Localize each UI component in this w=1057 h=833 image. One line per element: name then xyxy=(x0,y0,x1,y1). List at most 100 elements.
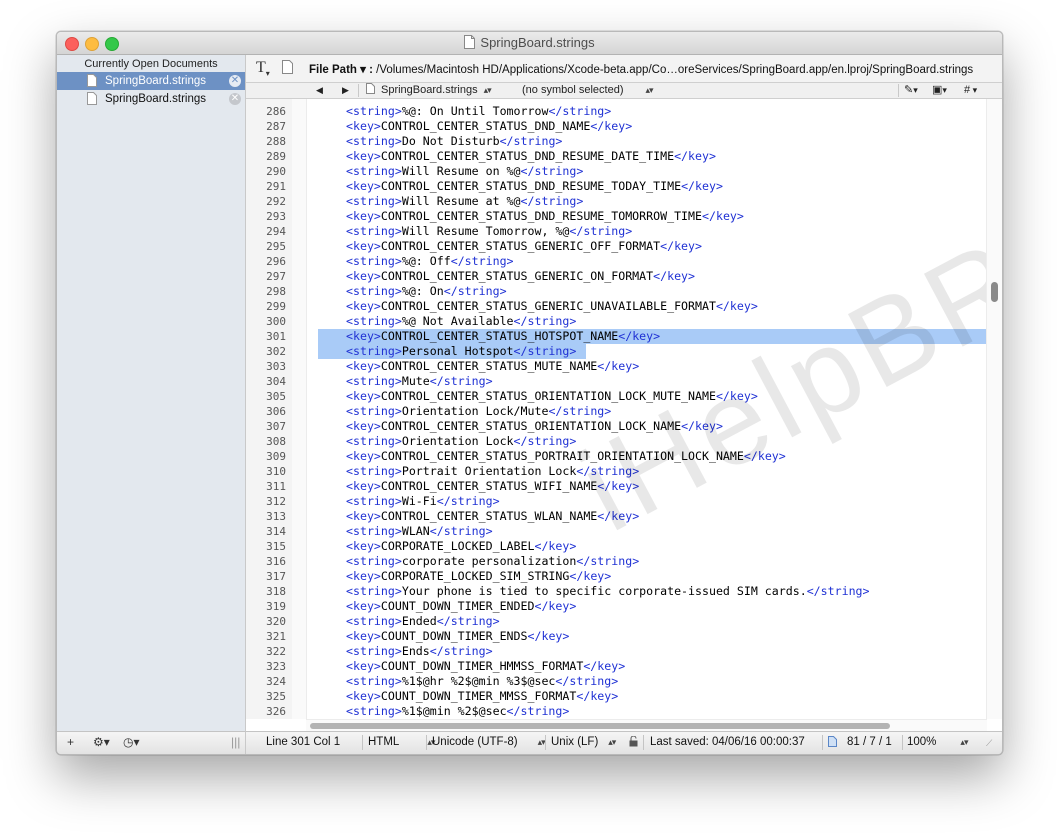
back-button[interactable]: ◀ xyxy=(316,83,323,98)
code-line[interactable]: 292 <string>Will Resume at %@</string> xyxy=(246,194,991,209)
code-text: <key>COUNT_DOWN_TIMER_ENDS</key> xyxy=(346,629,569,644)
code-line[interactable]: 295 <key>CONTROL_CENTER_STATUS_GENERIC_OF… xyxy=(246,239,991,254)
code-line[interactable]: 287 <key>CONTROL_CENTER_STATUS_DND_NAME</… xyxy=(246,119,991,134)
code-line[interactable]: 317 <key>CORPORATE_LOCKED_SIM_STRING</key… xyxy=(246,569,991,584)
code-lines[interactable]: 286 <string>%@: On Until Tomorrow</string… xyxy=(246,104,991,719)
resize-grip-icon[interactable]: ||| xyxy=(231,735,240,749)
code-text: <key>CONTROL_CENTER_STATUS_DND_RESUME_TO… xyxy=(346,179,723,194)
code-line[interactable]: 307 <key>CONTROL_CENTER_STATUS_ORIENTATIO… xyxy=(246,419,991,434)
tag-content: Will Resume on %@ xyxy=(401,164,521,178)
code-line[interactable]: 318 <string>Your phone is tied to specifi… xyxy=(246,584,991,599)
text-tool-icon[interactable]: T▾ xyxy=(256,59,270,78)
close-tag: </key> xyxy=(534,599,577,613)
code-line[interactable]: 299 <key>CONTROL_CENTER_STATUS_GENERIC_UN… xyxy=(246,299,991,314)
code-line[interactable]: 315 <key>CORPORATE_LOCKED_LABEL</key> xyxy=(246,539,991,554)
code-line[interactable]: 325 <key>COUNT_DOWN_TIMER_MMSS_FORMAT</ke… xyxy=(246,689,991,704)
code-line[interactable]: 309 <key>CONTROL_CENTER_STATUS_PORTRAIT_O… xyxy=(246,449,991,464)
open-tag: <key> xyxy=(346,179,381,193)
code-line[interactable]: 290 <string>Will Resume on %@</string> xyxy=(246,164,991,179)
encoding-popup[interactable]: Unicode (UTF-8) ▴▾ xyxy=(432,736,546,748)
open-tag: <string> xyxy=(346,254,402,268)
code-text: <string>%@: On Until Tomorrow</string> xyxy=(346,104,611,119)
open-tag: <key> xyxy=(346,119,381,133)
code-line[interactable]: 323 <key>COUNT_DOWN_TIMER_HMMSS_FORMAT</k… xyxy=(246,659,991,674)
code-line[interactable]: 305 <key>CONTROL_CENTER_STATUS_ORIENTATIO… xyxy=(246,389,991,404)
file-popup[interactable]: SpringBoard.strings ▴▾ xyxy=(366,83,492,98)
tag-content: %@: On Until Tomorrow xyxy=(401,104,549,118)
code-text: <string>%@: Off</string> xyxy=(346,254,514,269)
code-line[interactable]: 310 <string>Portrait Orientation Lock</st… xyxy=(246,464,991,479)
code-line[interactable]: 324 <string>%1$@hr %2$@min %3$@sec</strin… xyxy=(246,674,991,689)
line-number: 295 xyxy=(266,240,286,253)
sidebar-document-item[interactable]: SpringBoard.strings ✕ xyxy=(57,90,245,108)
vertical-scroll-thumb[interactable] xyxy=(991,282,998,302)
title-bar[interactable]: SpringBoard.strings xyxy=(57,32,1002,55)
gear-menu-icon[interactable]: ⚙︎▾ xyxy=(93,735,110,749)
code-line[interactable]: 322 <string>Ends</string> xyxy=(246,644,991,659)
document-icon xyxy=(87,92,97,111)
code-editor[interactable]: 286 <string>%@: On Until Tomorrow</string… xyxy=(246,99,1002,731)
code-line[interactable]: 326 <string>%1$@min %2$@sec</string> xyxy=(246,704,991,719)
code-text: <key>CONTROL_CENTER_STATUS_DND_RESUME_TO… xyxy=(346,209,744,224)
open-tag: <string> xyxy=(346,134,402,148)
code-text: <key>COUNT_DOWN_TIMER_HMMSS_FORMAT</key> xyxy=(346,659,625,674)
symbol-popup[interactable]: (no symbol selected) ▴▾ xyxy=(522,83,654,98)
code-line[interactable]: 319 <key>COUNT_DOWN_TIMER_ENDED</key> xyxy=(246,599,991,614)
document-info-icon[interactable] xyxy=(828,736,837,750)
divider xyxy=(358,84,359,97)
line-endings-popup[interactable]: Unix (LF) ▴▾ xyxy=(551,736,616,748)
code-line[interactable]: 298 <string>%@: On</string> xyxy=(246,284,991,299)
code-line[interactable]: 308 <string>Orientation Lock</string> xyxy=(246,434,991,449)
code-line[interactable]: 289 <key>CONTROL_CENTER_STATUS_DND_RESUME… xyxy=(246,149,991,164)
close-tag: </string> xyxy=(429,374,493,388)
code-line[interactable]: 294 <string>Will Resume Tomorrow, %@</str… xyxy=(246,224,991,239)
document-name: SpringBoard.strings xyxy=(105,93,206,105)
history-menu-icon[interactable]: ◷▾ xyxy=(123,735,140,749)
close-tag: </key> xyxy=(702,209,744,223)
code-line[interactable]: 296 <string>%@: Off</string> xyxy=(246,254,991,269)
close-document-icon[interactable]: ✕ xyxy=(229,93,241,105)
code-line[interactable]: 300 <string>%@ Not Available</string> xyxy=(246,314,991,329)
document-format-icon[interactable]: ▣▾ xyxy=(932,83,947,98)
horizontal-scrollbar[interactable] xyxy=(306,719,987,731)
horizontal-scroll-thumb[interactable] xyxy=(310,723,890,729)
code-line[interactable]: 316 <string>corporate personalization</st… xyxy=(246,554,991,569)
code-line[interactable]: 304 <string>Mute</string> xyxy=(246,374,991,389)
code-line[interactable]: 293 <key>CONTROL_CENTER_STATUS_DND_RESUME… xyxy=(246,209,991,224)
code-text: <key>CONTROL_CENTER_STATUS_ORIENTATION_L… xyxy=(346,419,723,434)
window-resize-grip-icon[interactable]: ⟋ xyxy=(986,738,992,749)
sidebar-document-item[interactable]: SpringBoard.strings ✕ xyxy=(57,72,245,90)
code-line[interactable]: 301 <key>CONTROL_CENTER_STATUS_HOTSPOT_NA… xyxy=(246,329,991,344)
line-number: 305 xyxy=(266,390,286,403)
code-line[interactable]: 303 <key>CONTROL_CENTER_STATUS_MUTE_NAME<… xyxy=(246,359,991,374)
close-document-icon[interactable]: ✕ xyxy=(229,75,241,87)
add-document-button[interactable]: + xyxy=(67,735,74,749)
forward-button[interactable]: ▶ xyxy=(342,83,349,98)
code-line[interactable]: 291 <key>CONTROL_CENTER_STATUS_DND_RESUME… xyxy=(246,179,991,194)
close-tag: </string> xyxy=(548,404,612,418)
line-number-icon[interactable]: # ▾ xyxy=(964,83,977,98)
vertical-scrollbar[interactable] xyxy=(986,99,1002,719)
code-text: <string>Orientation Lock</string> xyxy=(346,434,576,449)
zoom-popup[interactable]: 100% ▴▾ xyxy=(907,736,968,748)
document-icon[interactable] xyxy=(282,60,293,79)
code-line[interactable]: 312 <string>Wi-Fi</string> xyxy=(246,494,991,509)
code-line[interactable]: 314 <string>WLAN</string> xyxy=(246,524,991,539)
pen-tool-icon[interactable]: ✎▾ xyxy=(904,83,918,98)
line-number: 308 xyxy=(266,435,286,448)
syntax-mode-popup[interactable]: HTML ▴▾ xyxy=(368,736,435,748)
code-line[interactable]: 297 <key>CONTROL_CENTER_STATUS_GENERIC_ON… xyxy=(246,269,991,284)
code-line[interactable]: 311 <key>CONTROL_CENTER_STATUS_WIFI_NAME<… xyxy=(246,479,991,494)
code-line[interactable]: 306 <string>Orientation Lock/Mute</string… xyxy=(246,404,991,419)
code-text: <string>Will Resume Tomorrow, %@</string… xyxy=(346,224,632,239)
code-line[interactable]: 288 <string>Do Not Disturb</string> xyxy=(246,134,991,149)
close-tag: </string> xyxy=(548,104,612,118)
code-line[interactable]: 302 <string>Personal Hotspot</string> xyxy=(246,344,991,359)
code-line[interactable]: 286 <string>%@: On Until Tomorrow</string… xyxy=(246,104,991,119)
lock-icon[interactable] xyxy=(629,735,638,750)
code-line[interactable]: 313 <key>CONTROL_CENTER_STATUS_WLAN_NAME<… xyxy=(246,509,991,524)
code-line[interactable]: 320 <string>Ended</string> xyxy=(246,614,991,629)
code-line[interactable]: 321 <key>COUNT_DOWN_TIMER_ENDS</key> xyxy=(246,629,991,644)
file-path-label[interactable]: File Path ▾ : xyxy=(309,64,373,76)
open-tag: <key> xyxy=(346,569,381,583)
